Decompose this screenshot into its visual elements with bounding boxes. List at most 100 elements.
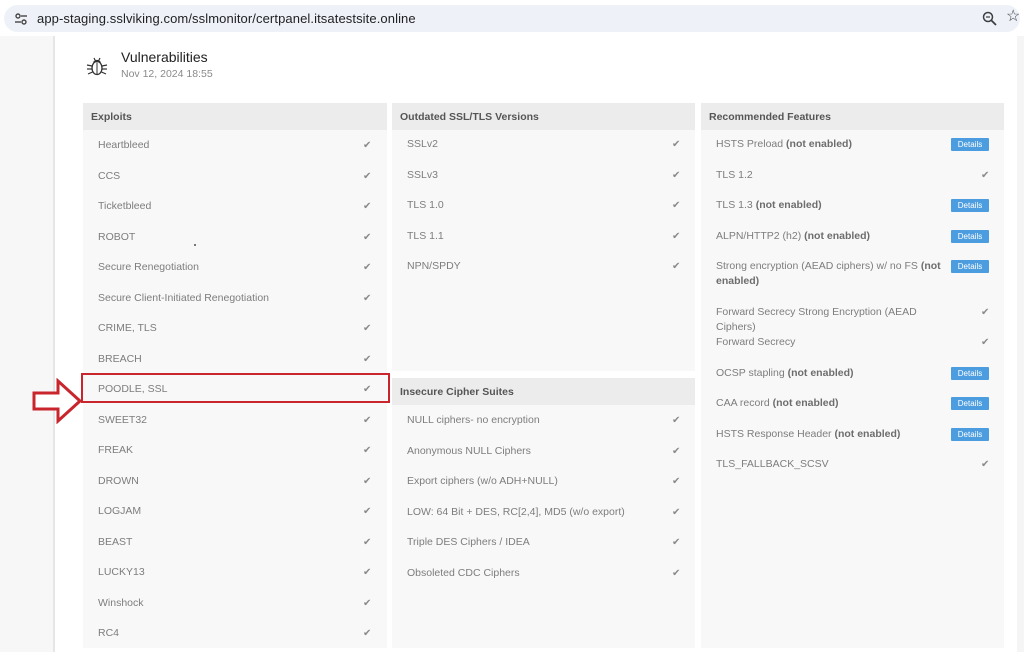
page-title: Vulnerabilities: [121, 49, 208, 65]
item-label: BREACH: [98, 352, 142, 365]
list-item-lucky13: LUCKY13: [98, 565, 358, 580]
list-item-beast: BEAST: [98, 535, 358, 550]
details-button[interactable]: Details: [951, 367, 989, 380]
list-item-heartbleed: Heartbleed: [98, 138, 358, 153]
list-item-sweet32: SWEET32: [98, 413, 358, 428]
item-label: Triple DES Ciphers / IDEA: [407, 536, 530, 548]
list-item-sslv2: SSLv2: [407, 137, 667, 152]
item-label: DROWN: [98, 474, 139, 487]
item-label: TLS 1.1: [407, 229, 444, 242]
details-button[interactable]: Details: [951, 138, 989, 151]
list-item-secure-renegotiation: Secure Renegotiation: [98, 260, 358, 275]
check-icon: ✔: [363, 262, 372, 273]
item-label: Forward Secrecy Strong Encryption (AEAD …: [716, 306, 917, 333]
item-label: SSLv2: [407, 138, 438, 150]
item-label: RC4: [98, 627, 120, 639]
bug-icon: [86, 57, 108, 76]
list-item-alpn-http2-h2: ALPN/HTTP2 (h2) (not enabled): [716, 229, 941, 244]
list-item-low-64-bit-des-rc-2-4-md5-w-o-export: LOW: 64 Bit + DES, RC[2,4], MD5 (w/o exp…: [407, 505, 677, 520]
list-item-rc4: RC4: [98, 626, 358, 641]
list-item-tls-1-0: TLS 1.0: [407, 198, 667, 213]
item-label: ALPN/HTTP2 (h2): [716, 230, 802, 242]
item-label: LOGJAM: [98, 505, 142, 517]
list-item-caa-record: CAA record (not enabled): [716, 396, 941, 411]
list-item-tls-1-2: TLS 1.2: [716, 168, 941, 183]
page-margin-right: [1017, 36, 1024, 652]
item-label: SWEET32: [98, 413, 148, 426]
status-text: (not enabled): [786, 138, 852, 150]
check-icon: ✔: [363, 506, 372, 517]
tune-icon[interactable]: [14, 12, 28, 26]
list-item-ticketbleed: Ticketbleed: [98, 199, 358, 214]
list-item-obsoleted-cdc-ciphers: Obsoleted CDC Ciphers: [407, 566, 677, 581]
list-item-ccs: CCS: [98, 169, 358, 184]
check-icon: ✔: [672, 445, 681, 457]
item-label: BEAST: [98, 535, 133, 548]
item-label: Export ciphers (w/o ADH+NULL): [407, 475, 558, 487]
item-label: Anonymous NULL Ciphers: [407, 444, 531, 457]
list-item-logjam: LOGJAM: [98, 504, 358, 519]
details-button[interactable]: Details: [951, 230, 989, 243]
check-icon: ✔: [363, 353, 372, 365]
check-icon: ✔: [981, 307, 990, 318]
item-label: HSTS Preload: [716, 138, 784, 150]
status-text: (not enabled): [772, 397, 839, 409]
item-label: Heartbleed: [98, 139, 150, 151]
page-divider: [53, 36, 55, 652]
insecure-ciphers-panel: Insecure Cipher Suites NULL ciphers- no …: [392, 378, 695, 648]
item-label: CCS: [98, 169, 121, 182]
stray-dot: [194, 244, 196, 246]
status-text: enabled): [716, 275, 760, 287]
check-icon: ✔: [672, 567, 681, 579]
url-bar[interactable]: app-staging.sslviking.com/sslmonitor/cer…: [4, 5, 1020, 32]
check-icon: ✔: [672, 537, 681, 548]
list-item-secure-client-initiated-renegotiation: Secure Client-Initiated Renegotiation: [98, 291, 358, 306]
check-icon: ✔: [981, 337, 990, 348]
scan-date: Nov 12, 2024 18:55: [121, 68, 213, 80]
details-button[interactable]: Details: [951, 199, 989, 212]
status-text: (not enabled): [787, 367, 854, 379]
item-label: FREAK: [98, 444, 134, 456]
item-label: SSLv3: [407, 168, 438, 181]
list-item-winshock: Winshock: [98, 596, 358, 611]
list-item-tls-1-3: TLS 1.3 (not enabled): [716, 198, 941, 213]
item-label: TLS 1.2: [716, 169, 753, 181]
insecure-ciphers-panel-title: Insecure Cipher Suites: [392, 378, 695, 405]
check-icon: ✔: [363, 536, 372, 548]
list-item-null-ciphers-no-encryption: NULL ciphers- no encryption: [407, 413, 677, 428]
list-item-hsts-preload: HSTS Preload (not enabled): [716, 137, 941, 152]
status-text: (not enabled): [755, 199, 822, 211]
check-icon: ✔: [363, 597, 372, 609]
item-label: CRIME, TLS: [98, 322, 157, 334]
list-item-hsts-response-header: HSTS Response Header (not enabled): [716, 427, 941, 442]
star-icon[interactable]: ☆: [1006, 9, 1020, 25]
check-icon: ✔: [672, 230, 681, 242]
check-icon: ✔: [672, 139, 681, 150]
list-item-npn-spdy: NPN/SPDY: [407, 259, 667, 274]
details-button[interactable]: Details: [951, 397, 989, 410]
check-icon: ✔: [363, 140, 372, 151]
recommended-features-panel-title: Recommended Features: [701, 103, 1004, 130]
page-margin-left: [0, 36, 53, 652]
browser-address-bar: app-staging.sslviking.com/sslmonitor/cer…: [0, 0, 1024, 36]
check-icon: ✔: [981, 170, 990, 181]
item-label: Obsoleted CDC Ciphers: [407, 566, 520, 579]
check-icon: ✔: [363, 201, 372, 212]
check-icon: ✔: [672, 200, 681, 211]
check-icon: ✔: [672, 169, 681, 181]
url-text[interactable]: app-staging.sslviking.com/sslmonitor/cer…: [37, 11, 416, 26]
list-item-robot: ROBOT: [98, 230, 358, 245]
details-button[interactable]: Details: [951, 260, 989, 273]
zoom-icon[interactable]: [982, 11, 997, 26]
list-item-strong-encryption-aead-ciphers-w-no-fs: Strong encryption (AEAD ciphers) w/ no F…: [716, 259, 941, 289]
item-label: Secure Client-Initiated Renegotiation: [98, 291, 270, 304]
check-icon: ✔: [672, 476, 681, 487]
item-label: TLS 1.3: [716, 199, 753, 211]
details-button[interactable]: Details: [951, 428, 989, 441]
status-text: (not: [920, 260, 941, 272]
list-item-triple-des-ciphers-idea: Triple DES Ciphers / IDEA: [407, 535, 677, 550]
list-item-forward-secrecy-strong-encryption-aead-ciphers: Forward Secrecy Strong Encryption (AEAD …: [716, 305, 941, 335]
check-icon: ✔: [672, 506, 681, 518]
highlight-box: [81, 373, 390, 403]
check-icon: ✔: [363, 323, 372, 334]
